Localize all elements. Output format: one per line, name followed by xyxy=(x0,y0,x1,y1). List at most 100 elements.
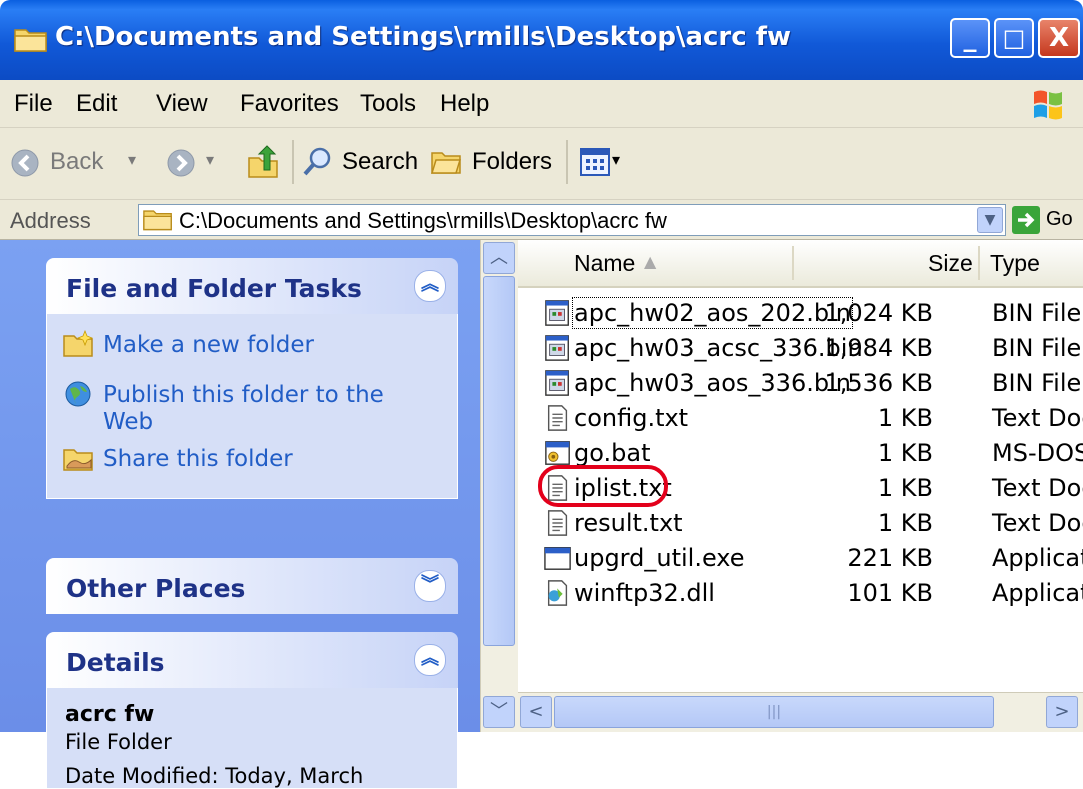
folder-icon xyxy=(14,29,47,52)
go-arrow-icon xyxy=(1012,206,1040,234)
file-type: Applicatio xyxy=(992,544,1083,572)
chevron-right-icon: > xyxy=(1054,701,1070,722)
column-header: Name ▲ Size Type xyxy=(518,240,1083,288)
file-type: MS-DOS xyxy=(992,439,1083,467)
details-title: Details xyxy=(66,648,165,677)
text-file-icon xyxy=(547,405,568,431)
bin-file-icon xyxy=(545,370,569,396)
windows-logo-icon xyxy=(1034,90,1062,120)
file-type: Text Doc xyxy=(992,404,1083,432)
chevron-down-icon: ▼ xyxy=(984,212,996,228)
address-dropdown-button[interactable]: ▼ xyxy=(977,207,1003,233)
file-type: Applicatio xyxy=(992,579,1083,607)
red-highlight-circle xyxy=(538,465,668,507)
details-folder-name: acrc fw xyxy=(65,702,155,727)
column-divider[interactable] xyxy=(792,246,794,280)
publish-folder-web-link[interactable]: Publish this folder to the Web xyxy=(103,382,403,436)
go-label: Go xyxy=(1046,208,1073,230)
file-size: 1 KB xyxy=(877,509,933,537)
close-icon: X xyxy=(1048,23,1070,53)
vertical-scrollbar[interactable]: ︿ ﹀ xyxy=(480,240,518,732)
toolbar-divider xyxy=(292,140,294,184)
menu-help[interactable]: Help xyxy=(440,90,489,118)
go-button[interactable]: Go xyxy=(1012,204,1082,236)
chevron-left-icon: < xyxy=(528,701,544,722)
menu-edit[interactable]: Edit xyxy=(76,90,117,118)
file-size: 1,024 KB xyxy=(824,299,933,327)
views-button[interactable]: ▾ xyxy=(580,146,630,180)
address-label: Address xyxy=(10,208,91,233)
address-path: C:\Documents and Settings\rmills\Desktop… xyxy=(179,208,667,233)
collapse-chevron-icon[interactable]: ︽ xyxy=(414,644,446,676)
collapse-chevron-icon[interactable]: ︽ xyxy=(414,270,446,302)
bin-file-icon xyxy=(545,300,569,326)
other-places-panel: Other Places ︾ xyxy=(46,558,458,614)
maximize-icon: □ xyxy=(1002,24,1026,52)
file-size: 1,984 KB xyxy=(824,334,933,362)
horizontal-scrollbar[interactable]: < ||| > xyxy=(518,692,1083,732)
back-label: Back xyxy=(50,148,104,175)
back-arrow-icon xyxy=(11,149,39,177)
search-icon xyxy=(303,147,331,176)
file-folder-tasks-header[interactable]: File and Folder Tasks ︽ xyxy=(46,258,458,314)
file-row[interactable]: winftp32.dll 101 KB Applicatio xyxy=(518,572,1083,616)
column-size[interactable]: Size xyxy=(928,250,973,277)
expand-chevron-icon[interactable]: ︾ xyxy=(414,570,446,602)
menu-file[interactable]: File xyxy=(14,90,53,118)
forward-dropdown-icon: ▾ xyxy=(206,150,215,169)
back-dropdown-icon: ▾ xyxy=(128,150,137,169)
other-places-header[interactable]: Other Places ︾ xyxy=(46,558,458,614)
file-name: apc_hw02_aos_202.bin xyxy=(572,297,853,329)
column-name[interactable]: Name xyxy=(574,250,635,277)
close-button[interactable]: X xyxy=(1038,18,1080,58)
minimize-button[interactable]: _ xyxy=(950,18,990,58)
file-type: Text Doc xyxy=(992,474,1083,502)
menu-favorites[interactable]: Favorites xyxy=(240,90,339,118)
batch-file-icon xyxy=(545,441,570,465)
scroll-right-button[interactable]: > xyxy=(1046,696,1078,728)
file-name: go.bat xyxy=(574,439,651,467)
task-pane: File and Folder Tasks ︽ Make a new folde… xyxy=(0,240,480,789)
scroll-up-button[interactable]: ︿ xyxy=(483,242,515,274)
folders-label: Folders xyxy=(472,148,553,175)
toolbar: Back ▾ ▾ Search Folders ▾ xyxy=(0,128,1083,200)
file-name: apc_hw03_acsc_336.bin xyxy=(574,334,863,362)
dll-file-icon xyxy=(547,580,568,606)
up-folder-icon[interactable] xyxy=(246,144,280,180)
scroll-down-button[interactable]: ﹀ xyxy=(483,696,515,728)
folders-button[interactable]: Folders xyxy=(430,146,553,182)
file-size: 1 KB xyxy=(877,439,933,467)
file-type: Text Doc xyxy=(992,509,1083,537)
details-panel: Details ︽ acrc fw File Folder Date Modif… xyxy=(46,632,458,789)
make-new-folder-link[interactable]: Make a new folder xyxy=(103,332,314,359)
forward-arrow-icon xyxy=(167,149,195,177)
maximize-button[interactable]: □ xyxy=(994,18,1034,58)
views-icon xyxy=(580,148,610,176)
chevron-up-icon: ︿ xyxy=(490,247,508,268)
horizontal-scroll-thumb[interactable]: ||| xyxy=(554,696,994,728)
details-header[interactable]: Details ︽ xyxy=(46,632,458,688)
chevron-down-icon: ﹀ xyxy=(490,701,508,722)
address-input[interactable]: C:\Documents and Settings\rmills\Desktop… xyxy=(138,204,1006,236)
details-body: acrc fw File Folder Date Modified: Today… xyxy=(46,688,458,789)
share-folder-link[interactable]: Share this folder xyxy=(103,446,293,473)
file-size: 221 KB xyxy=(847,544,933,572)
forward-button[interactable]: ▾ xyxy=(166,146,236,182)
file-size: 1 KB xyxy=(877,474,933,502)
file-folder-tasks-panel: File and Folder Tasks ︽ Make a new folde… xyxy=(46,258,458,499)
search-button[interactable]: Search xyxy=(302,146,418,182)
column-type[interactable]: Type xyxy=(990,250,1040,277)
column-divider[interactable] xyxy=(978,246,980,280)
file-name: upgrd_util.exe xyxy=(574,544,745,572)
menu-tools[interactable]: Tools xyxy=(360,90,416,118)
back-button[interactable]: Back ▾ xyxy=(10,146,150,182)
file-name: config.txt xyxy=(574,404,689,432)
scroll-left-button[interactable]: < xyxy=(520,696,552,728)
file-name: winftp32.dll xyxy=(574,579,715,607)
address-bar: Address C:\Documents and Settings\rmills… xyxy=(0,200,1083,240)
views-dropdown-icon: ▾ xyxy=(612,150,621,169)
menu-view[interactable]: View xyxy=(156,90,208,118)
file-list: Name ▲ Size Type apc_hw02_aos_202.bin 1,0… xyxy=(518,240,1083,692)
title-bar[interactable]: C:\Documents and Settings\rmills\Desktop… xyxy=(0,0,1083,80)
scroll-thumb[interactable] xyxy=(483,276,515,646)
